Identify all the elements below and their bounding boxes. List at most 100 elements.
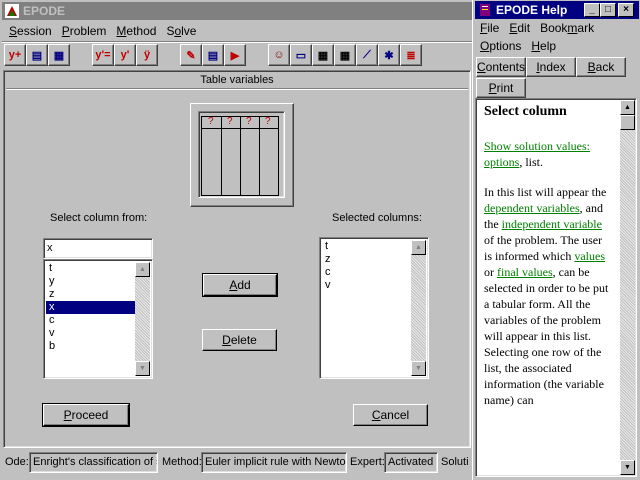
link-values[interactable]: values xyxy=(574,249,605,263)
scroll-up-button[interactable]: ▲ xyxy=(411,240,426,255)
scroll-thumb[interactable] xyxy=(620,115,635,130)
cancel-label-post: ancel xyxy=(380,408,410,422)
help-print-key: P xyxy=(488,81,497,95)
help-menu-help-key: H xyxy=(531,39,541,53)
list-item[interactable]: z xyxy=(46,288,135,301)
help-menu-bookmark[interactable]: Bookmark xyxy=(535,19,599,37)
edit-tool[interactable]: ✎ xyxy=(180,44,202,66)
status-method-value: Euler implicit rule with Newton xyxy=(201,452,347,473)
cancel-button[interactable]: Cancel xyxy=(353,404,428,426)
edit-icon: ✎ xyxy=(186,49,196,62)
small-table-tool[interactable]: ▦ xyxy=(312,44,334,66)
help-book-icon[interactable] xyxy=(478,3,492,17)
source-column-list[interactable]: tyzxcvb ▲ ▼ xyxy=(43,259,153,379)
scroll-up-button[interactable]: ▲ xyxy=(135,262,150,277)
help-menu-help[interactable]: Help xyxy=(526,37,561,55)
list-item[interactable]: c xyxy=(46,314,135,327)
link-independent-variable[interactable]: independent variable xyxy=(502,217,602,231)
delete-button[interactable]: Delete xyxy=(202,329,277,351)
equation-window-tool[interactable]: y' xyxy=(114,44,136,66)
add-button[interactable]: Add xyxy=(202,273,278,297)
help-paragraph-1: Show solution values: options, list. xyxy=(478,138,617,170)
column-filter-input[interactable]: x xyxy=(43,238,153,259)
save-problem-icon: ▦ xyxy=(53,49,65,62)
help-contents-button[interactable]: Contents xyxy=(476,57,526,77)
scroll-down-button[interactable]: ▼ xyxy=(620,460,635,475)
system-tool[interactable]: ÿ xyxy=(136,44,158,66)
small-table-icon: ▦ xyxy=(317,49,329,62)
delete-label-post: elete xyxy=(230,333,257,347)
user-icon: ☺ xyxy=(273,49,285,61)
help-print-post: rint xyxy=(496,81,514,95)
epode-main-window: EPODE Session Problem Method Solve y+ ▤ ▦ y… xyxy=(0,0,474,480)
help-topic-heading: Select column xyxy=(484,104,567,119)
list-item[interactable]: z xyxy=(322,253,411,266)
panel-title: Table variables xyxy=(200,74,274,86)
link-final-values[interactable]: final values xyxy=(497,265,553,279)
help-menu-edit[interactable]: Edit xyxy=(504,19,535,37)
proceed-button[interactable]: Proceed xyxy=(42,403,130,427)
help-content: Select column Show solution values: opti… xyxy=(478,101,617,408)
computer-icon: ▭ xyxy=(295,49,307,62)
list-item[interactable]: b xyxy=(46,340,135,353)
table-settings-tool[interactable]: ▤ xyxy=(202,44,224,66)
help-menu-help-post: elp xyxy=(540,39,557,53)
select-column-from-label: Select column from: xyxy=(50,212,148,224)
close-button[interactable]: × xyxy=(618,3,634,17)
help-title-bar[interactable]: EPODE Help _ □ × xyxy=(475,1,639,19)
stripe-tool[interactable]: ≣ xyxy=(400,44,422,66)
help-print-button[interactable]: Print xyxy=(476,78,526,98)
scroll-down-button[interactable]: ▼ xyxy=(411,361,426,376)
selected-column-list[interactable]: tzcv ▲ ▼ xyxy=(319,237,429,379)
scroll-up-button[interactable]: ▲ xyxy=(620,100,635,115)
help-menu-options[interactable]: Options xyxy=(475,37,526,55)
list-item[interactable]: t xyxy=(46,262,135,275)
user-tool[interactable]: ☺ xyxy=(268,44,290,66)
minimize-button[interactable]: _ xyxy=(584,3,600,17)
run-tool[interactable]: ▶ xyxy=(224,44,246,66)
help-back-button[interactable]: Back xyxy=(576,57,626,77)
status-ode-label: Ode: xyxy=(5,456,29,468)
source-list-scrollbar[interactable]: ▲ ▼ xyxy=(135,262,150,376)
phase-tool[interactable]: ✱ xyxy=(378,44,400,66)
help-scrollbar[interactable]: ▲ ▼ xyxy=(620,100,635,475)
list-item[interactable]: c xyxy=(322,266,411,279)
open-problem-tool[interactable]: ▤ xyxy=(26,44,48,66)
open-problem-icon: ▤ xyxy=(31,49,43,62)
system-icon: ÿ xyxy=(143,49,151,61)
add-label-key: A xyxy=(229,278,238,292)
list-item[interactable]: v xyxy=(46,327,135,340)
table-preview-mark: ? xyxy=(265,116,271,127)
help-menu-edit-post: dit xyxy=(517,21,531,35)
list-item[interactable]: y xyxy=(46,275,135,288)
list-item[interactable]: v xyxy=(322,279,411,292)
scroll-down-button[interactable]: ▼ xyxy=(135,361,150,376)
help-index-button[interactable]: Index xyxy=(526,57,576,77)
large-table-tool[interactable]: ▦ xyxy=(334,44,356,66)
proceed-label-post: roceed xyxy=(71,408,109,422)
list-item[interactable]: x xyxy=(46,301,135,314)
maximize-button[interactable]: □ xyxy=(600,3,616,17)
link-dependent-variables[interactable]: dependent variables xyxy=(484,201,580,215)
new-problem-tool[interactable]: y+ xyxy=(4,44,26,66)
computer-tool[interactable]: ▭ xyxy=(290,44,312,66)
large-table-icon: ▦ xyxy=(339,49,351,62)
help-contents-post: ontents xyxy=(485,60,526,74)
help-back-key: B xyxy=(587,60,596,74)
graph-tool[interactable]: ⟋ xyxy=(356,44,378,66)
help-menu-options-post: ptions xyxy=(489,39,522,53)
cancel-label-key: C xyxy=(371,408,381,422)
help-menu-file[interactable]: File xyxy=(475,19,504,37)
status-expert-label: Expert: xyxy=(350,456,385,468)
status-expert-value: Activated xyxy=(384,452,438,473)
selected-list-scrollbar[interactable]: ▲ ▼ xyxy=(411,240,426,376)
toolbar: y+ ▤ ▦ y'= y' ÿ ✎ ▤ ▶ ☺ ▭ ▦ ▦ ⟋ ✱ ≣ xyxy=(0,0,474,68)
save-problem-tool[interactable]: ▦ xyxy=(48,44,70,66)
proceed-label-key: P xyxy=(63,408,72,422)
equation-tool[interactable]: y'= xyxy=(92,44,114,66)
help-menu-bookmark-key: m xyxy=(567,21,578,35)
stripe-icon: ≣ xyxy=(406,49,416,62)
list-item[interactable]: t xyxy=(322,240,411,253)
help-window-title: EPODE Help xyxy=(496,3,568,17)
help-menu-options-key: O xyxy=(480,39,490,53)
